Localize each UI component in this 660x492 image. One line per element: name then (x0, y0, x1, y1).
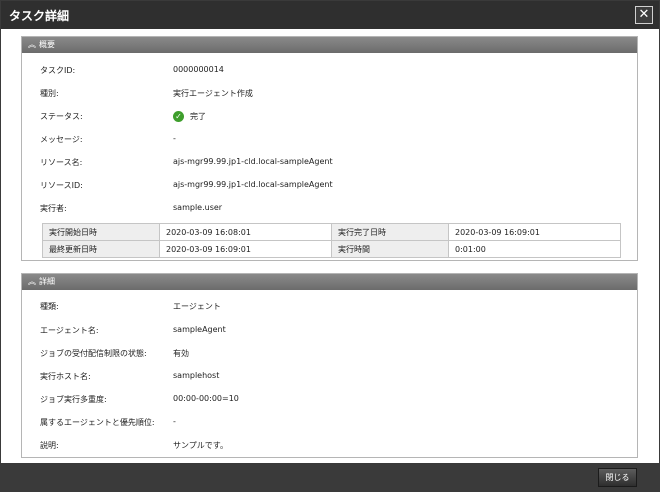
overview-section: ︽ 概要 タスクID: 0000000014 種別: 実行エージェント作成 ステー… (21, 36, 638, 261)
details-section: ︽ 詳細 種類: エージェント エージェント名: sampleAgent ジョブの… (21, 273, 638, 458)
field-kind: 種類: エージェント (22, 301, 637, 315)
task-detail-dialog: タスク詳細 ✕ ︽ 概要 タスクID: 0000000014 種別: 実行エージェ… (0, 0, 660, 492)
table-cell: 2020-03-09 16:09:01 (448, 223, 621, 241)
field-label: 種類: (40, 302, 59, 311)
field-value: ✓ 完了 (173, 111, 206, 122)
field-task-id: タスクID: 0000000014 (22, 65, 637, 79)
title-bar: タスク詳細 ✕ (1, 1, 659, 29)
field-label: エージェント名: (40, 326, 99, 335)
details-header-label: 詳細 (39, 277, 55, 286)
table-header-cell: 実行時間 (331, 240, 449, 258)
field-label: 実行ホスト名: (40, 372, 91, 381)
field-executor: 実行者: sample.user (22, 203, 637, 217)
field-value: エージェント (173, 302, 221, 311)
chevron-up-icon: ︽ (28, 277, 36, 286)
overview-header[interactable]: ︽ 概要 (22, 37, 637, 53)
table-cell: 0:01:00 (448, 240, 621, 258)
field-description: 説明: サンプルです。 (22, 440, 637, 454)
check-circle-icon: ✓ (173, 111, 184, 122)
field-type: 種別: 実行エージェント作成 (22, 88, 637, 102)
field-label: 実行者: (40, 204, 67, 213)
field-label: 属するエージェントと優先順位: (40, 418, 155, 427)
field-label: 種別: (40, 89, 59, 98)
table-cell: 2020-03-09 16:09:01 (159, 240, 332, 258)
field-value: 00:00-00:00=10 (173, 394, 239, 403)
field-label: ステータス: (40, 112, 83, 121)
execution-times-table: 実行開始日時 2020-03-09 16:08:01 実行完了日時 2020-0… (42, 223, 621, 258)
table-row: 実行開始日時 2020-03-09 16:08:01 実行完了日時 2020-0… (42, 223, 621, 241)
dialog-content: ︽ 概要 タスクID: 0000000014 種別: 実行エージェント作成 ステー… (1, 29, 659, 463)
field-value: サンプルです。 (173, 441, 228, 450)
field-agent-priority: 属するエージェントと優先順位: - (22, 417, 637, 431)
field-resource-id: リソースID: ajs-mgr99.99.jp1-cld.local-sampl… (22, 180, 637, 194)
table-row: 最終更新日時 2020-03-09 16:09:01 実行時間 0:01:00 (42, 240, 621, 258)
field-value: - (173, 134, 176, 143)
field-job-multiplicity: ジョブ実行多重度: 00:00-00:00=10 (22, 394, 637, 408)
status-text: 完了 (190, 112, 206, 121)
field-label: リソースID: (40, 181, 83, 190)
close-button[interactable]: 閉じる (598, 468, 637, 487)
table-header-cell: 実行開始日時 (42, 223, 160, 241)
field-value: sample.user (173, 203, 223, 212)
dialog-footer: 閉じる (1, 463, 659, 491)
field-value: 0000000014 (173, 65, 224, 74)
close-icon[interactable]: ✕ (635, 6, 653, 24)
field-label: タスクID: (40, 66, 76, 75)
field-status: ステータス: ✓ 完了 (22, 111, 637, 125)
field-value: sampleAgent (173, 325, 226, 334)
field-value: ajs-mgr99.99.jp1-cld.local-sampleAgent (173, 157, 333, 166)
field-agent-name: エージェント名: sampleAgent (22, 325, 637, 339)
field-resource-name: リソース名: ajs-mgr99.99.jp1-cld.local-sample… (22, 157, 637, 171)
field-value: - (173, 417, 176, 426)
field-job-restriction: ジョブの受付配信制限の状態: 有効 (22, 348, 637, 362)
table-header-cell: 実行完了日時 (331, 223, 449, 241)
field-value: 実行エージェント作成 (173, 89, 253, 98)
field-label: ジョブの受付配信制限の状態: (40, 349, 147, 358)
dialog-title: タスク詳細 (9, 9, 70, 23)
field-message: メッセージ: - (22, 134, 637, 148)
table-header-cell: 最終更新日時 (42, 240, 160, 258)
field-value: ajs-mgr99.99.jp1-cld.local-sampleAgent (173, 180, 333, 189)
field-value: samplehost (173, 371, 220, 380)
overview-header-label: 概要 (39, 40, 55, 49)
field-label: リソース名: (40, 158, 83, 167)
details-header[interactable]: ︽ 詳細 (22, 274, 637, 290)
field-label: ジョブ実行多重度: (40, 395, 107, 404)
field-exec-host: 実行ホスト名: samplehost (22, 371, 637, 385)
chevron-up-icon: ︽ (28, 40, 36, 49)
field-label: 説明: (40, 441, 59, 450)
field-value: 有効 (173, 349, 189, 358)
table-cell: 2020-03-09 16:08:01 (159, 223, 332, 241)
field-label: メッセージ: (40, 135, 83, 144)
